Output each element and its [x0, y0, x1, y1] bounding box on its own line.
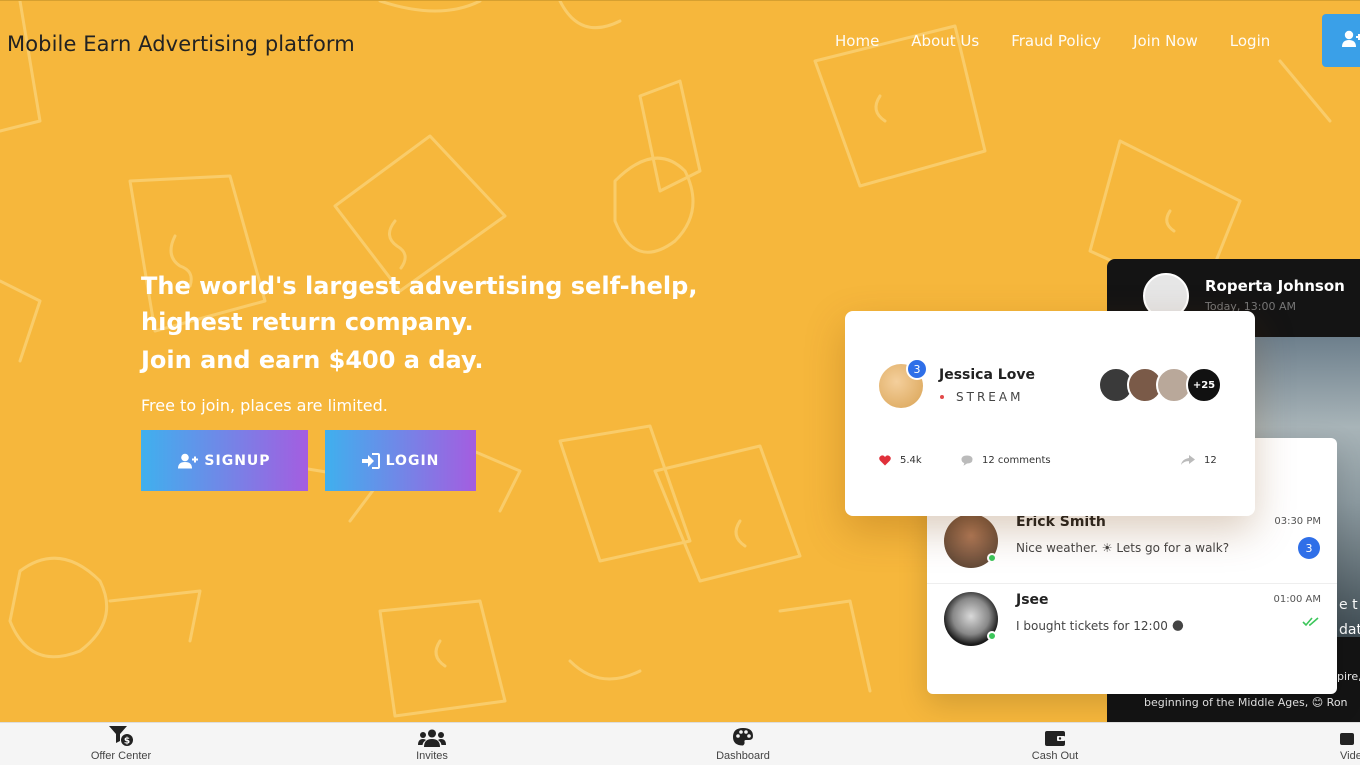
comments-count: 12 comments — [982, 455, 1051, 466]
heart-icon — [879, 455, 891, 466]
online-status-icon — [987, 631, 997, 641]
bottom-nav-label: Dashboard — [716, 750, 770, 762]
nav-login[interactable]: Login — [1230, 32, 1270, 50]
bottom-nav-label: Vide — [1340, 750, 1360, 762]
bottom-nav-label: Invites — [416, 750, 448, 762]
user-plus-icon — [1342, 30, 1360, 47]
bottom-nav-cash-out[interactable]: Cash Out — [1025, 723, 1085, 765]
palette-icon — [733, 728, 753, 746]
nav-home[interactable]: Home — [835, 32, 879, 50]
user-plus-icon — [178, 453, 199, 468]
chat-message-preview: I bought tickets for 12:00 🌑 — [1016, 619, 1185, 633]
stream-label: STREAM — [956, 390, 1024, 404]
bottom-nav-invites[interactable]: Invites — [402, 723, 462, 765]
bottom-nav-label: Cash Out — [1031, 750, 1079, 762]
nav-fraud-policy[interactable]: Fraud Policy — [1011, 32, 1101, 50]
bottom-nav-dashboard[interactable]: Dashboard — [708, 723, 778, 765]
top-navigation: Home About Us Fraud Policy Join Now Logi… — [835, 32, 1302, 50]
post-author-name: Roperta Johnson — [1205, 277, 1345, 295]
post-text-fragment: beginning of the Middle Ages, 😊 Ron — [1144, 696, 1348, 709]
post-text-fragment: e t — [1339, 597, 1358, 613]
hero-section: Mobile Earn Advertising platform Home Ab… — [0, 0, 1360, 722]
comments-stat[interactable]: 12 comments — [961, 455, 1051, 466]
chat-message-preview: Nice weather. ☀ Lets go for a walk? — [1016, 541, 1230, 555]
filter-dollar-icon: $ — [109, 726, 133, 747]
bottom-navigation: $ Offer Center Invites Dashboard Cash Ou… — [0, 722, 1360, 765]
hero-headline: The world's largest advertising self-hel… — [141, 268, 701, 340]
likes-count: 5.4k — [900, 455, 922, 466]
chat-contact-name: Erick Smith — [1016, 514, 1106, 530]
more-viewers-count: +25 — [1186, 367, 1222, 403]
login-button[interactable]: LOGIN — [325, 430, 476, 491]
svg-text:$: $ — [124, 737, 130, 747]
brand-title[interactable]: Mobile Earn Advertising platform — [7, 32, 355, 56]
chat-time: 03:30 PM — [1274, 516, 1321, 527]
wallet-icon — [1045, 731, 1065, 746]
nav-about-us[interactable]: About Us — [911, 32, 979, 50]
user-account-button[interactable] — [1322, 14, 1360, 67]
chat-row[interactable]: Jsee I bought tickets for 12:00 🌑 01:00 … — [927, 584, 1337, 662]
chat-contact-name: Jsee — [1016, 592, 1049, 608]
online-status-icon — [987, 553, 997, 563]
live-dot-icon — [940, 395, 944, 399]
bottom-nav-videos[interactable]: Vide — [1332, 723, 1360, 765]
signup-button[interactable]: SIGNUP — [141, 430, 308, 491]
bottom-nav-offer-center[interactable]: $ Offer Center — [82, 723, 160, 765]
stream-stats: 5.4k 12 comments 12 — [879, 455, 1224, 471]
hero-subline: Join and earn $400 a day. — [141, 346, 484, 374]
chat-row[interactable]: Erick Smith Nice weather. ☀ Lets go for … — [927, 506, 1337, 584]
login-button-label: LOGIN — [385, 452, 440, 469]
unread-badge: 3 — [1298, 537, 1320, 559]
video-icon — [1340, 733, 1354, 745]
hero-headline-line1: The world's largest advertising self-hel… — [141, 272, 698, 300]
double-check-icon — [1302, 617, 1319, 627]
signup-button-label: SIGNUP — [204, 452, 271, 469]
users-icon — [418, 729, 446, 747]
comment-icon — [961, 455, 973, 466]
stream-host-name: Jessica Love — [939, 367, 1035, 383]
notification-badge: 3 — [906, 358, 928, 380]
post-text-fragment: pire, — [1337, 670, 1360, 683]
chat-time: 01:00 AM — [1273, 594, 1321, 605]
likes-stat[interactable]: 5.4k — [879, 455, 922, 466]
hero-headline-line2: highest return company. — [141, 308, 474, 336]
viewer-avatars: +25 — [1098, 367, 1222, 403]
sign-in-icon — [361, 452, 380, 469]
hero-note: Free to join, places are limited. — [141, 396, 388, 415]
post-text-fragment: date — [1339, 622, 1360, 638]
stream-card: 3 Jessica Love STREAM +25 5.4k 12 commen… — [845, 311, 1255, 516]
share-icon — [1181, 455, 1195, 465]
shares-count: 12 — [1204, 455, 1217, 466]
nav-join-now[interactable]: Join Now — [1133, 32, 1198, 50]
bottom-nav-label: Offer Center — [90, 750, 152, 762]
shares-stat[interactable]: 12 — [1181, 455, 1217, 466]
